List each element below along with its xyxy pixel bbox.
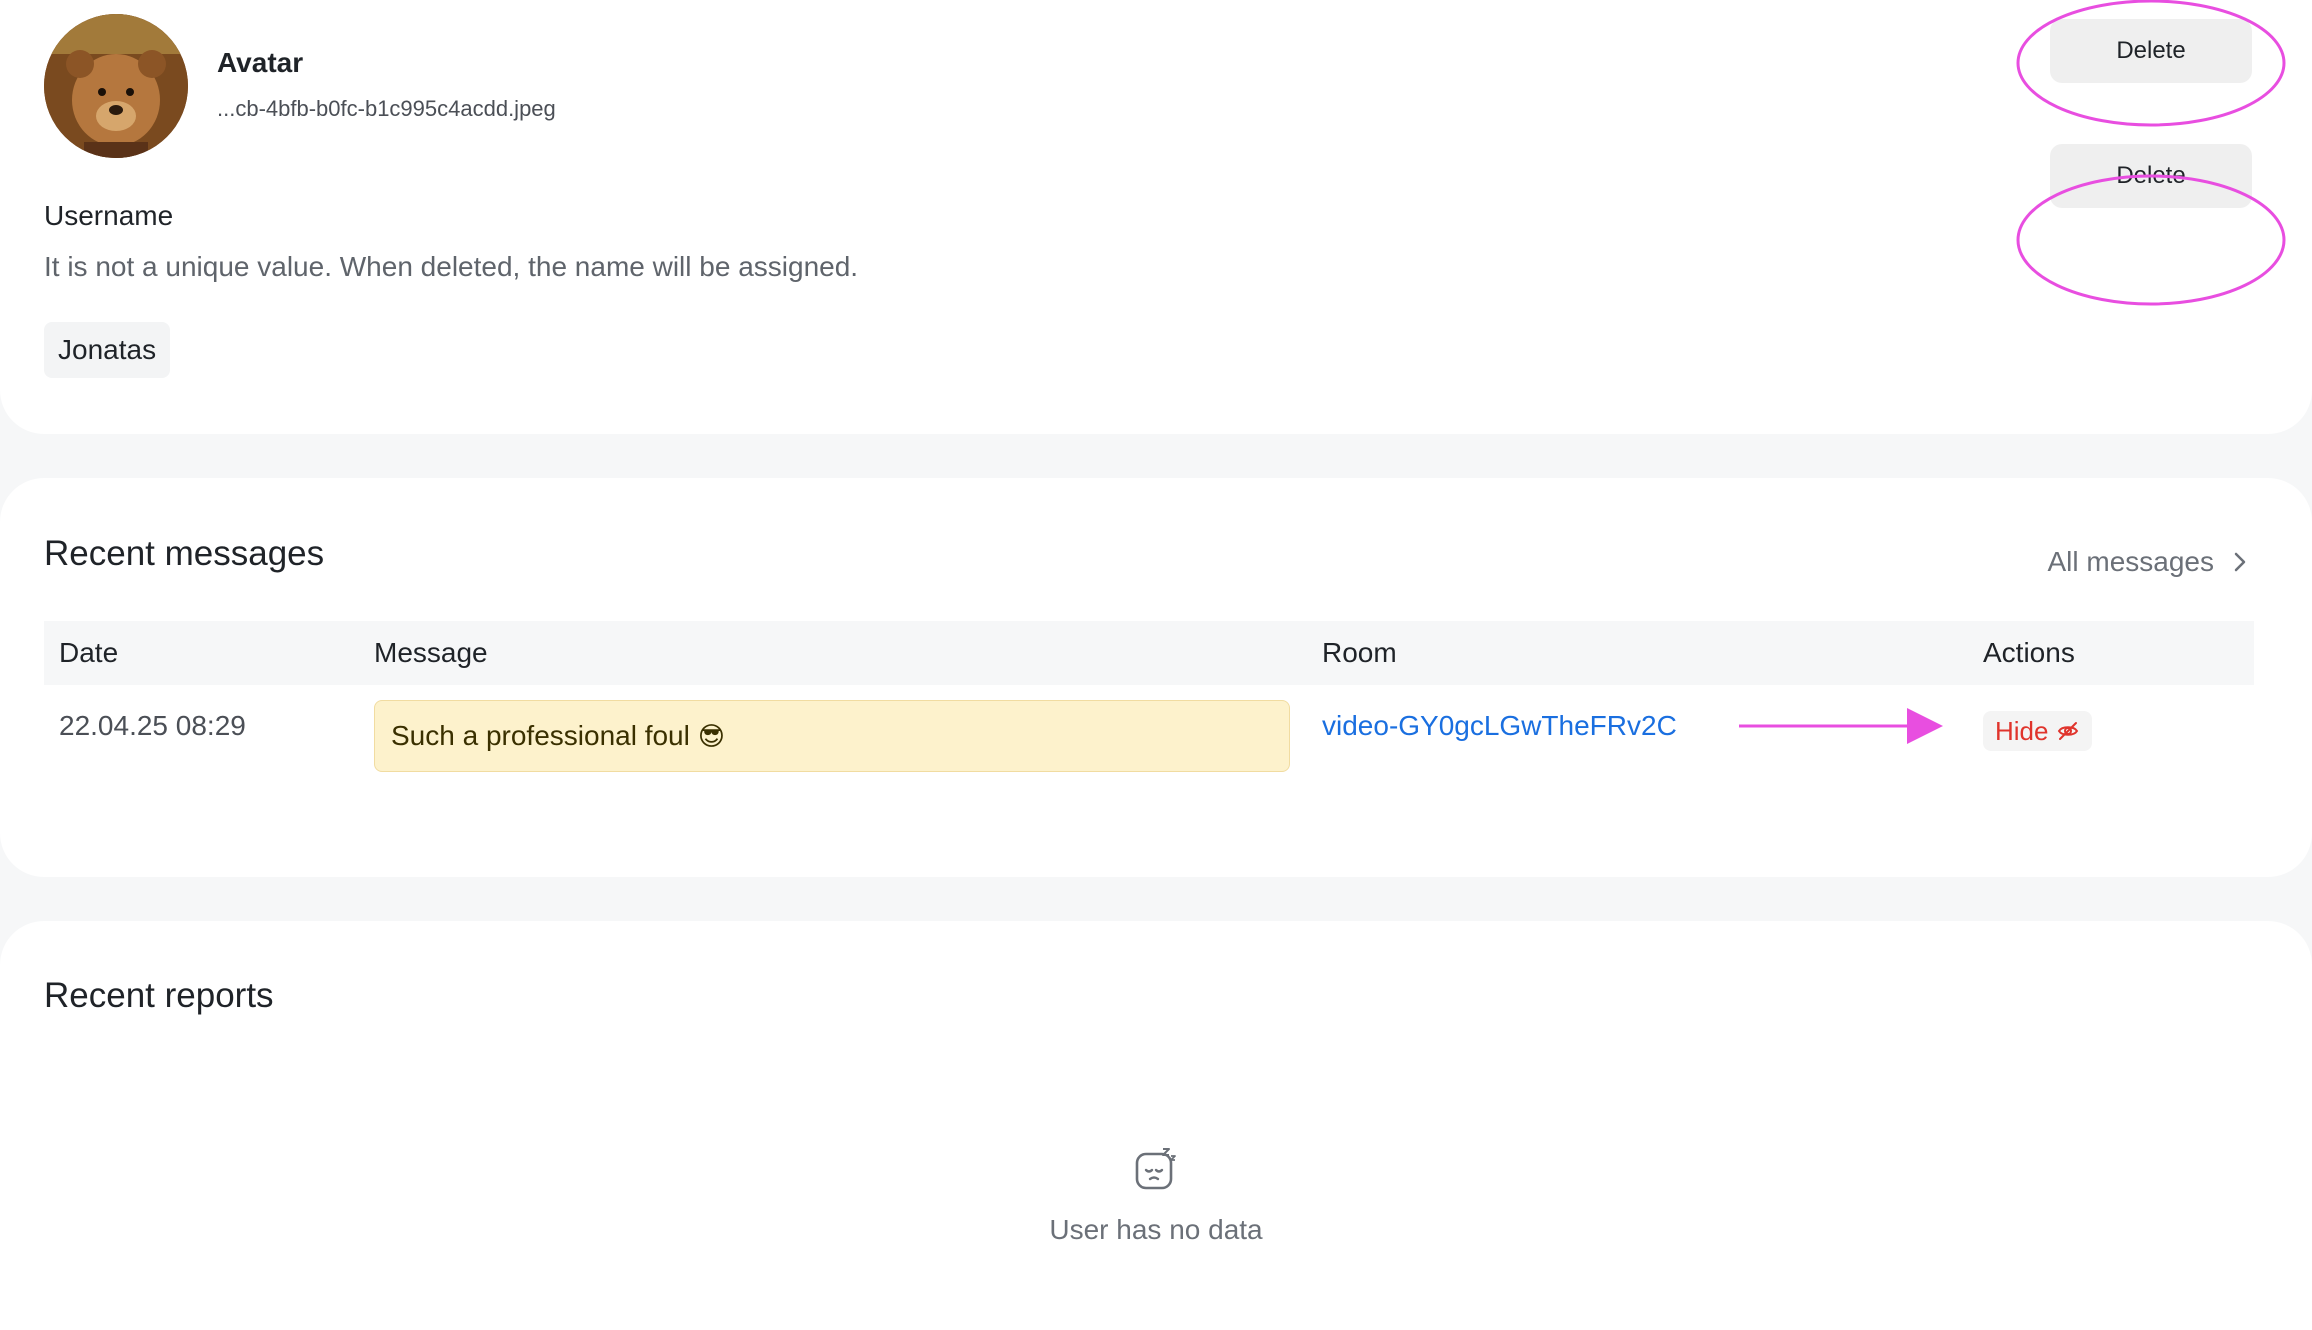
avatar-filename: ...cb-4bfb-b0fc-b1c995c4acdd.jpeg	[217, 96, 556, 121]
room-link[interactable]: video-GY0gcLGwTheFRv2C	[1322, 710, 1677, 742]
empty-state: User has no data	[0, 1146, 2312, 1246]
username-value: Jonatas	[44, 322, 171, 378]
column-header-actions: Actions	[1983, 637, 2075, 668]
profile-card: Avatar ...cb-4bfb-b0fc-b1c995c4acdd.jpeg…	[0, 0, 2312, 434]
column-header-message: Message	[374, 637, 488, 668]
avatar-image	[44, 14, 188, 158]
chevron-right-icon	[2234, 552, 2246, 572]
hide-message-button[interactable]: Hide	[1983, 711, 2093, 751]
empty-state-text: User has no data	[1049, 1214, 1263, 1245]
username-description: It is not a unique value. When deleted, …	[44, 251, 859, 282]
recent-reports-card: Recent reports User has no data	[0, 921, 2312, 1330]
eye-off-icon	[2058, 722, 2079, 740]
all-messages-label: All messages	[2047, 546, 2214, 577]
recent-messages-card: Recent messages All messages Date Messag…	[0, 478, 2312, 877]
bear-avatar-icon	[44, 14, 188, 158]
recent-reports-title: Recent reports	[44, 976, 274, 1015]
messages-table-header: Date Message Room Actions	[44, 621, 2254, 685]
table-row: 22.04.25 08:29 Such a professional foul …	[44, 685, 2254, 805]
sleepy-face-icon	[1135, 1148, 1176, 1190]
message-text: Such a professional foul 😎	[374, 700, 1290, 772]
message-date: 22.04.25 08:29	[59, 710, 246, 741]
all-messages-link[interactable]: All messages	[2047, 546, 2248, 578]
delete-username-button[interactable]: Delete	[2050, 144, 2252, 208]
avatar-title: Avatar	[217, 47, 304, 78]
recent-messages-title: Recent messages	[44, 534, 325, 573]
hide-label: Hide	[1995, 715, 2049, 746]
delete-avatar-button[interactable]: Delete	[2050, 19, 2252, 83]
column-header-room: Room	[1322, 637, 1397, 668]
username-title: Username	[44, 200, 174, 231]
column-header-date: Date	[59, 637, 119, 668]
message-body: Such a professional foul	[391, 720, 690, 751]
sunglasses-emoji-icon: 😎	[697, 720, 725, 751]
user-detail-page: Avatar ...cb-4bfb-b0fc-b1c995c4acdd.jpeg…	[0, 0, 2312, 1330]
